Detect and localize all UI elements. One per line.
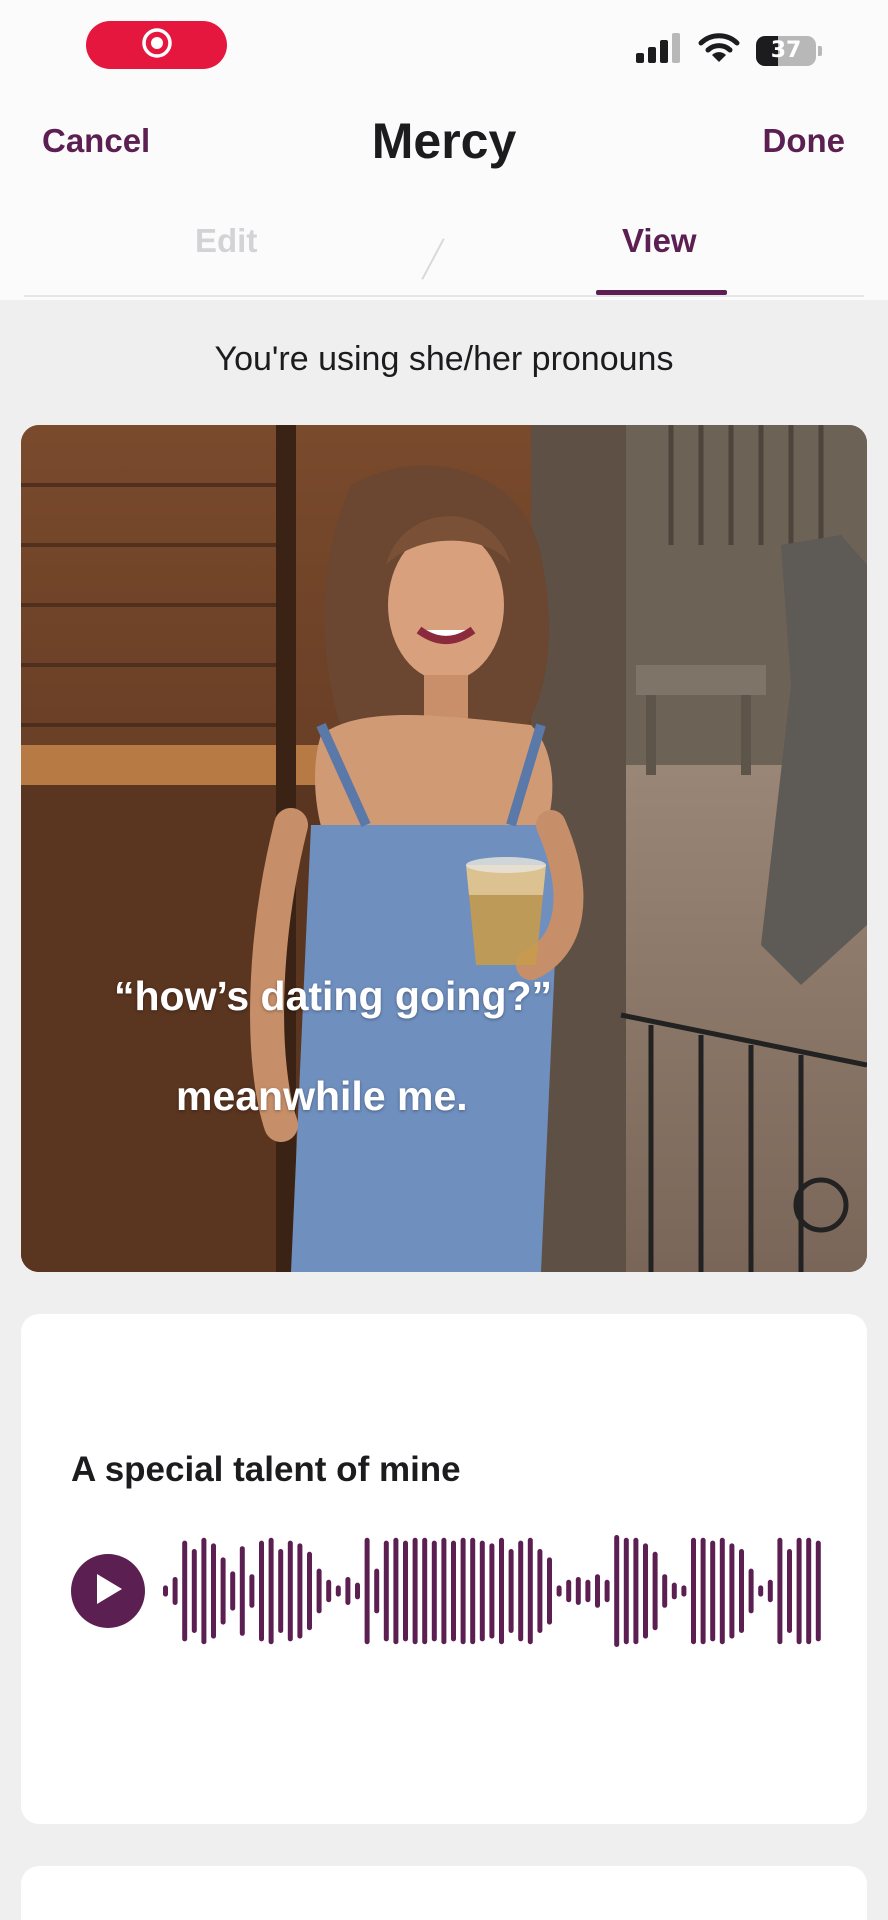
waveform-bar bbox=[182, 1540, 188, 1642]
waveform-bar bbox=[527, 1537, 533, 1645]
wifi-icon bbox=[698, 32, 740, 69]
waveform-bar bbox=[729, 1543, 735, 1639]
waveform-bar bbox=[249, 1574, 255, 1608]
waveform-bar bbox=[662, 1574, 668, 1608]
waveform-bar bbox=[556, 1585, 562, 1597]
waveform-bar bbox=[451, 1540, 456, 1642]
waveform-bar bbox=[758, 1585, 764, 1597]
waveform-bar bbox=[739, 1549, 744, 1633]
record-icon bbox=[140, 26, 174, 65]
waveform-bar bbox=[671, 1582, 677, 1600]
waveform-bar bbox=[431, 1540, 437, 1642]
waveform-bar bbox=[268, 1537, 274, 1645]
waveform-bar bbox=[748, 1568, 754, 1614]
waveform-bar bbox=[422, 1537, 428, 1645]
voice-prompt-title: A special talent of mine bbox=[71, 1450, 461, 1489]
waveform-bar bbox=[700, 1537, 706, 1645]
waveform-bar bbox=[489, 1543, 495, 1639]
waveform-bar bbox=[777, 1537, 783, 1645]
waveform-bar bbox=[374, 1568, 380, 1614]
waveform-bar bbox=[815, 1540, 821, 1642]
waveform-bar bbox=[364, 1537, 370, 1645]
screen-recording-indicator[interactable] bbox=[86, 21, 227, 69]
waveform-bar bbox=[345, 1577, 351, 1605]
waveform-bar bbox=[623, 1537, 629, 1645]
waveform-bar bbox=[643, 1543, 648, 1639]
battery-icon: 37 bbox=[756, 35, 816, 66]
waveform-bar bbox=[710, 1540, 716, 1642]
waveform-bar bbox=[316, 1568, 322, 1614]
waveform-bar bbox=[172, 1577, 178, 1605]
waveform-bar bbox=[806, 1537, 812, 1645]
profile-photo[interactable]: “how’s dating going?” meanwhile me. bbox=[21, 425, 867, 1272]
waveform-bar bbox=[508, 1549, 514, 1633]
waveform-bar bbox=[575, 1577, 581, 1605]
waveform-bar bbox=[220, 1557, 226, 1625]
waveform-bar bbox=[335, 1585, 341, 1597]
waveform-bar bbox=[201, 1537, 207, 1645]
waveform-bar bbox=[719, 1537, 725, 1645]
tab-view[interactable]: View bbox=[622, 222, 697, 260]
waveform-bar bbox=[633, 1537, 639, 1645]
page-title: Mercy bbox=[371, 113, 517, 169]
waveform-bar bbox=[604, 1579, 610, 1603]
waveform-bar bbox=[230, 1571, 236, 1611]
waveform-bar bbox=[211, 1543, 216, 1639]
profile-photo-image bbox=[21, 425, 867, 1272]
cellular-signal-icon bbox=[636, 33, 682, 68]
waveform-bar bbox=[767, 1579, 773, 1603]
photo-caption-line-2: meanwhile me. bbox=[176, 1073, 468, 1119]
next-profile-card bbox=[21, 1866, 867, 1920]
play-icon bbox=[91, 1571, 125, 1612]
waveform-bar bbox=[383, 1540, 389, 1642]
voice-prompt-card: A special talent of mine bbox=[21, 1314, 867, 1824]
waveform-bar bbox=[537, 1549, 543, 1633]
status-icons: 37 bbox=[636, 32, 822, 69]
waveform-bar bbox=[259, 1540, 264, 1642]
waveform-bar bbox=[307, 1551, 312, 1631]
tab-divider bbox=[24, 295, 864, 297]
waveform-bar bbox=[441, 1537, 447, 1645]
waveform-bar bbox=[191, 1549, 197, 1633]
waveform-bar bbox=[326, 1579, 332, 1603]
tab-edit[interactable]: Edit bbox=[195, 222, 257, 260]
waveform-bar bbox=[412, 1537, 418, 1645]
waveform-bar bbox=[460, 1537, 466, 1645]
waveform-bar bbox=[787, 1549, 792, 1633]
waveform-bar bbox=[287, 1540, 293, 1642]
waveform-bar bbox=[547, 1557, 552, 1625]
waveform-bar bbox=[278, 1549, 284, 1633]
waveform-bar bbox=[355, 1582, 360, 1600]
waveform-bar bbox=[518, 1540, 524, 1642]
active-tab-indicator bbox=[596, 290, 727, 295]
waveform-bar bbox=[585, 1579, 591, 1603]
waveform-bar bbox=[595, 1574, 600, 1608]
waveform-bar bbox=[297, 1543, 303, 1639]
waveform-bar bbox=[796, 1537, 802, 1645]
audio-waveform[interactable] bbox=[161, 1531, 841, 1651]
waveform-bar bbox=[614, 1535, 620, 1647]
waveform-bar bbox=[652, 1551, 658, 1631]
waveform-bar bbox=[566, 1579, 572, 1603]
waveform-bar bbox=[403, 1540, 408, 1642]
waveform-bar bbox=[239, 1546, 245, 1636]
waveform-bar bbox=[499, 1537, 504, 1645]
done-button[interactable]: Done bbox=[763, 122, 846, 160]
battery-tip bbox=[818, 45, 822, 56]
photo-caption-line-1: “how’s dating going?” bbox=[114, 973, 553, 1019]
waveform-bar bbox=[393, 1537, 399, 1645]
waveform-bar bbox=[479, 1540, 485, 1642]
pronouns-note: You're using she/her pronouns bbox=[214, 340, 674, 378]
play-button[interactable] bbox=[71, 1554, 145, 1628]
waveform-bar bbox=[470, 1537, 476, 1645]
battery-level: 37 bbox=[770, 38, 802, 63]
waveform-bar bbox=[691, 1537, 696, 1645]
waveform-bar bbox=[163, 1585, 168, 1597]
waveform-bar bbox=[681, 1585, 687, 1597]
